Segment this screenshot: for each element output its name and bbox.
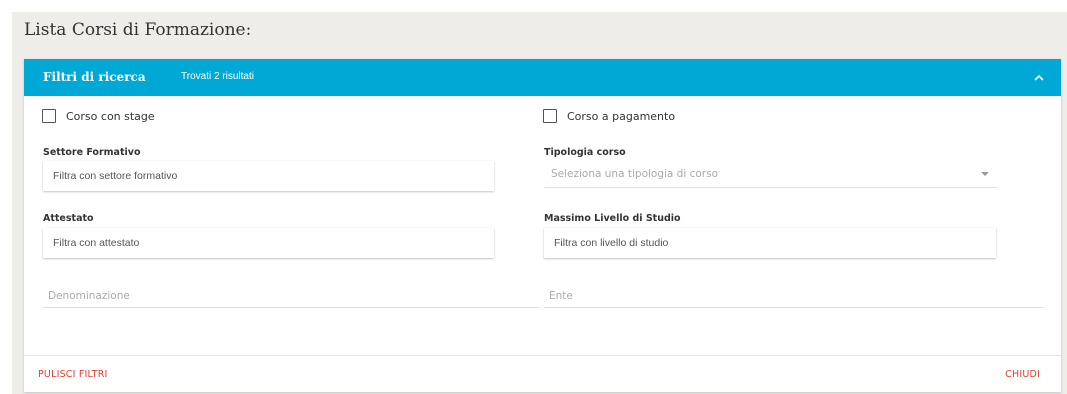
close-button[interactable]: CHIUDI [1005, 369, 1040, 380]
panel-title: Filtri di ricerca [43, 70, 146, 84]
tipologia-placeholder: Seleziona una tipologia di corso [551, 167, 719, 180]
attestato-input[interactable] [43, 228, 494, 258]
chevron-down-icon [981, 171, 989, 176]
stage-checkbox-box[interactable] [42, 109, 56, 123]
livello-label: Massimo Livello di Studio [544, 213, 681, 224]
stage-checkbox[interactable]: Corso con stage [42, 109, 155, 123]
clear-filters-button[interactable]: PULISCI FILTRI [38, 369, 108, 380]
tipologia-select[interactable]: Seleziona una tipologia di corso [544, 160, 997, 188]
settore-input[interactable] [43, 161, 494, 191]
stage-checkbox-label: Corso con stage [66, 109, 155, 123]
panel-header[interactable]: Filtri di ricerca Trovati 2 risultati [24, 59, 1061, 96]
ente-input[interactable] [544, 284, 1043, 308]
payment-checkbox[interactable]: Corso a pagamento [543, 109, 675, 123]
settore-label: Settore Formativo [43, 147, 141, 158]
results-count: Trovati 2 risultati [181, 71, 254, 82]
chevron-up-icon[interactable] [1029, 67, 1049, 87]
payment-checkbox-label: Corso a pagamento [567, 109, 676, 123]
denominazione-input[interactable] [43, 284, 539, 308]
footer-divider [24, 355, 1061, 356]
search-filters-panel: Filtri di ricerca Trovati 2 risultati Co… [24, 59, 1061, 392]
payment-checkbox-box[interactable] [543, 109, 557, 123]
tipologia-label: Tipologia corso [544, 147, 626, 158]
page-title: Lista Corsi di Formazione: [24, 20, 252, 40]
livello-input[interactable] [544, 228, 996, 258]
attestato-label: Attestato [43, 213, 94, 224]
